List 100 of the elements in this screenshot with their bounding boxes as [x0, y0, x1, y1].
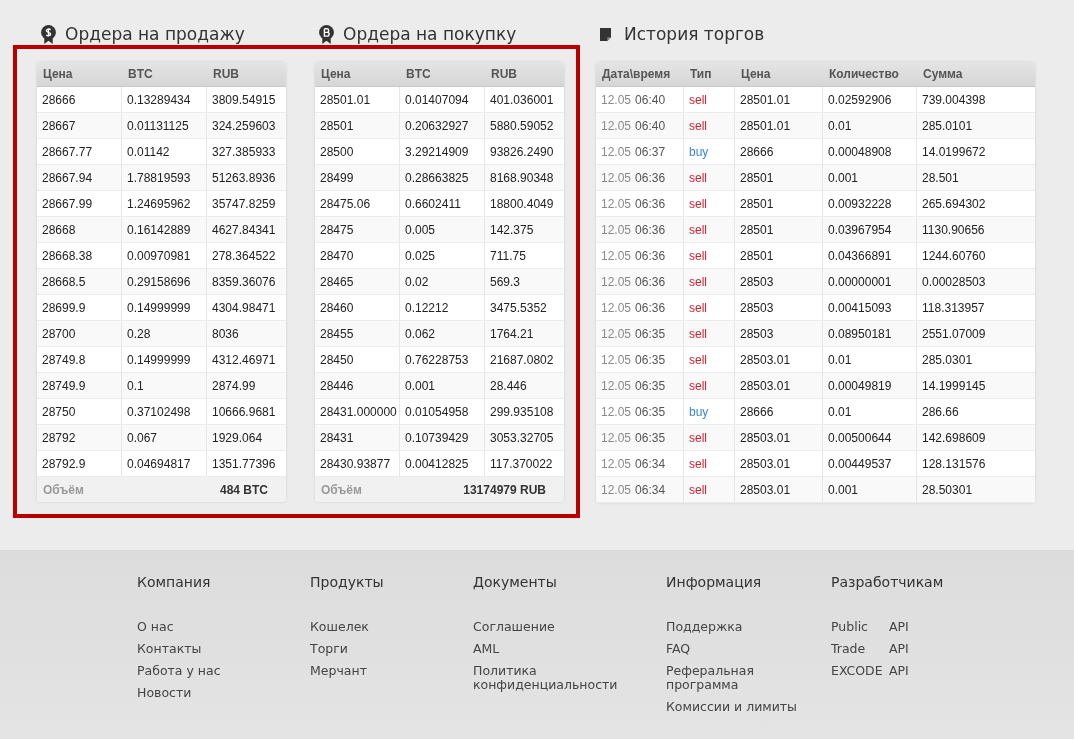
trade-type: sell — [684, 373, 735, 398]
table-cell: 28700 — [37, 321, 122, 346]
trade-time: 06:35 — [635, 404, 666, 419]
table-cell: 28475 — [315, 217, 400, 242]
table-cell: 0.01 — [823, 399, 917, 424]
trade-date: 12.05 — [601, 248, 632, 263]
table-cell: 28749.9 — [37, 373, 122, 398]
footer-link[interactable]: Контакты — [137, 642, 287, 656]
footer-link[interactable]: Public — [831, 620, 889, 634]
table-cell: 0.02592906 — [823, 87, 917, 112]
column-header[interactable]: Цена — [315, 62, 400, 86]
table-cell: 0.001 — [400, 373, 485, 398]
footer-link[interactable]: Комиссии и лимиты — [666, 700, 816, 714]
column-header[interactable]: Сумма — [917, 62, 1035, 86]
trade-time: 06:34 — [635, 456, 666, 471]
footer-link[interactable]: Кошелек — [310, 620, 460, 634]
footer-heading: Информация — [666, 574, 763, 590]
trade-type: sell — [684, 165, 735, 190]
table-cell: 28470 — [315, 243, 400, 268]
table-cell-text: 14.0199672 — [921, 143, 987, 161]
table-cell: 0.14999999 — [122, 295, 207, 320]
column-header[interactable]: Дата\время — [596, 62, 684, 86]
table-cell: 28460 — [315, 295, 400, 320]
trade-time: 06:35 — [635, 326, 666, 341]
medal-icon — [319, 24, 334, 44]
table-cell: 28792.9 — [37, 451, 122, 476]
table-cell: 0.00412825 — [400, 451, 485, 476]
column-header[interactable]: Количество — [823, 62, 917, 86]
footer-link[interactable]: Торги — [310, 642, 460, 656]
volume-value: 13174979 RUB — [463, 482, 546, 497]
table-cell: 28792 — [37, 425, 122, 450]
column-header[interactable]: Цена — [37, 62, 122, 86]
footer-link[interactable]: API — [889, 642, 909, 656]
table-cell-text: 286.66 — [921, 403, 960, 421]
table-cell-text: 3475.5352 — [489, 299, 548, 317]
trade-date: 12.05 — [601, 300, 632, 315]
footer-link[interactable]: Политика конфиденциальности — [473, 664, 623, 692]
table-cell: 28431.000000 — [315, 399, 400, 424]
footer-link[interactable]: AML — [473, 642, 623, 656]
table-cell-text: 2874.99 — [211, 377, 257, 395]
trade-type: sell — [684, 217, 735, 242]
footer-link[interactable]: Реферальная программа — [666, 664, 816, 692]
table-cell: 0.005 — [400, 217, 485, 242]
trade-date: 12.05 — [601, 482, 632, 497]
table-cell: 28668.5 — [37, 269, 122, 294]
table-cell-text: 35747.8259 — [211, 195, 277, 213]
trade-time: 06:36 — [635, 300, 666, 315]
table-cell: 28503.01 — [735, 425, 823, 450]
table-cell: 28501 — [735, 165, 823, 190]
table-cell: 28501 — [735, 191, 823, 216]
footer-link[interactable]: FAQ — [666, 642, 816, 656]
table-cell: 0.08950181 — [823, 321, 917, 346]
table-cell: 28465 — [315, 269, 400, 294]
table-cell-text: 51263.8936 — [211, 169, 277, 187]
table-cell-text: 1351.77396 — [211, 455, 277, 473]
footer-link[interactable]: API — [889, 620, 909, 634]
column-header[interactable]: BTC — [122, 62, 207, 86]
table-cell: 1.24695962 — [122, 191, 207, 216]
footer-link[interactable]: Соглашение — [473, 620, 623, 634]
table-cell-text: 1130.90656 — [921, 221, 986, 239]
table-cell: 0.01142 — [122, 139, 207, 164]
table-cell-text: 711.75 — [489, 247, 527, 265]
trade-time: 06:35 — [635, 430, 666, 445]
table-cell: 0.067 — [122, 425, 207, 450]
trade-time: 06:35 — [635, 378, 666, 393]
table-cell: 0.00500644 — [823, 425, 917, 450]
footer-heading: Разработчикам — [831, 574, 944, 590]
column-header[interactable]: Цена — [735, 62, 823, 86]
footer-link[interactable]: Новости — [137, 686, 287, 700]
trade-time: 06:40 — [635, 118, 666, 133]
table-cell: 28446 — [315, 373, 400, 398]
table-cell: 28667.99 — [37, 191, 122, 216]
footer-link[interactable]: О нас — [137, 620, 287, 634]
footer-link[interactable]: Работа у нас — [137, 664, 287, 678]
table-cell-text: 327.385933 — [211, 143, 277, 161]
footer-link[interactable]: EXCODE — [831, 664, 889, 678]
column-header[interactable]: RUB — [485, 62, 564, 86]
table-cell-text: 299.935108 — [489, 403, 555, 421]
table-cell: 0.28663825 — [400, 165, 485, 190]
column-header[interactable]: Тип — [684, 62, 735, 86]
trade-date: 12.05 — [601, 222, 632, 237]
column-header[interactable]: RUB — [207, 62, 286, 86]
table-cell: 0.01 — [823, 347, 917, 372]
footer-link[interactable]: Поддержка — [666, 620, 816, 634]
table-cell-text: 10666.9681 — [211, 403, 277, 421]
table-cell-text: 265.694302 — [921, 195, 987, 213]
table-cell: 28501.01 — [735, 87, 823, 112]
footer-link[interactable]: Trade — [831, 642, 889, 656]
table-cell-text: 8359.36076 — [211, 273, 277, 291]
table-cell: 0.00000001 — [823, 269, 917, 294]
footer-link[interactable]: API — [889, 664, 909, 678]
table-cell: 28667.94 — [37, 165, 122, 190]
table-cell: 28455 — [315, 321, 400, 346]
column-header[interactable]: BTC — [400, 62, 485, 86]
table-cell: 0.01 — [823, 113, 917, 138]
volume-label: Объём — [43, 482, 84, 497]
table-cell: 0.01054958 — [400, 399, 485, 424]
table-cell: 28503.01 — [735, 477, 823, 502]
footer-link[interactable]: Мерчант — [310, 664, 460, 678]
table-cell: 28503 — [735, 321, 823, 346]
